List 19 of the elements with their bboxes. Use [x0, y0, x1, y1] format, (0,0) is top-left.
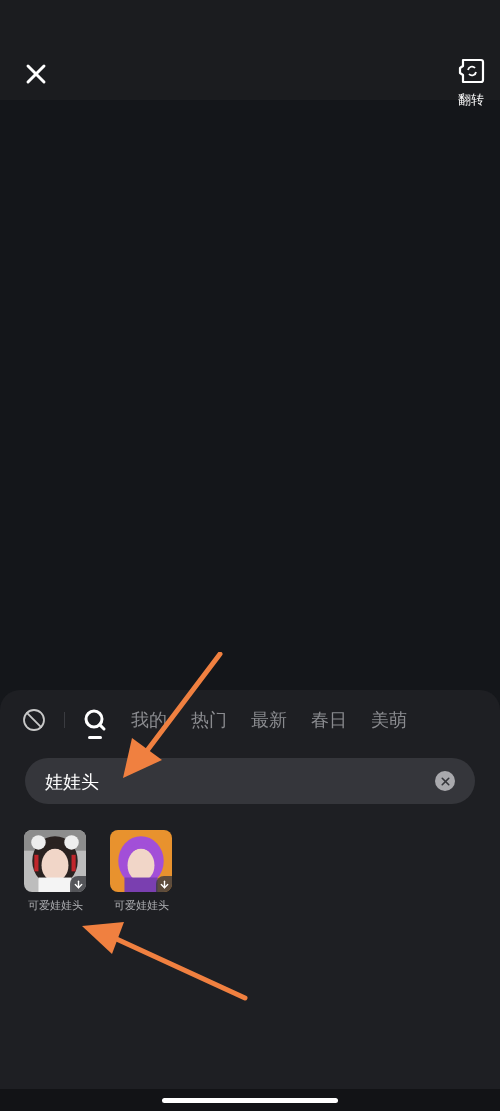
- download-icon: [70, 876, 86, 892]
- prohibited-icon: [22, 708, 46, 732]
- search-icon: [83, 708, 107, 732]
- clear-icon: [438, 774, 452, 788]
- search-tab[interactable]: [83, 708, 107, 739]
- category-tab[interactable]: 春日: [311, 708, 347, 739]
- search-input[interactable]: 娃娃头: [45, 767, 435, 795]
- search-field[interactable]: 娃娃头: [25, 758, 475, 804]
- clear-button[interactable]: [435, 771, 455, 791]
- flip-button[interactable]: 翻转: [456, 56, 486, 110]
- category-tab[interactable]: 最新: [251, 708, 287, 739]
- effect-thumbnail[interactable]: [110, 830, 172, 892]
- download-icon: [156, 876, 172, 892]
- flip-camera-icon: [456, 56, 486, 86]
- effect-name: 可爱娃娃头: [27, 898, 83, 914]
- effect-thumbnail[interactable]: [24, 830, 86, 892]
- category-tab[interactable]: 热门: [191, 708, 227, 739]
- effect-name: 可爱娃娃头: [113, 898, 169, 914]
- category-tab[interactable]: 美萌: [371, 708, 407, 739]
